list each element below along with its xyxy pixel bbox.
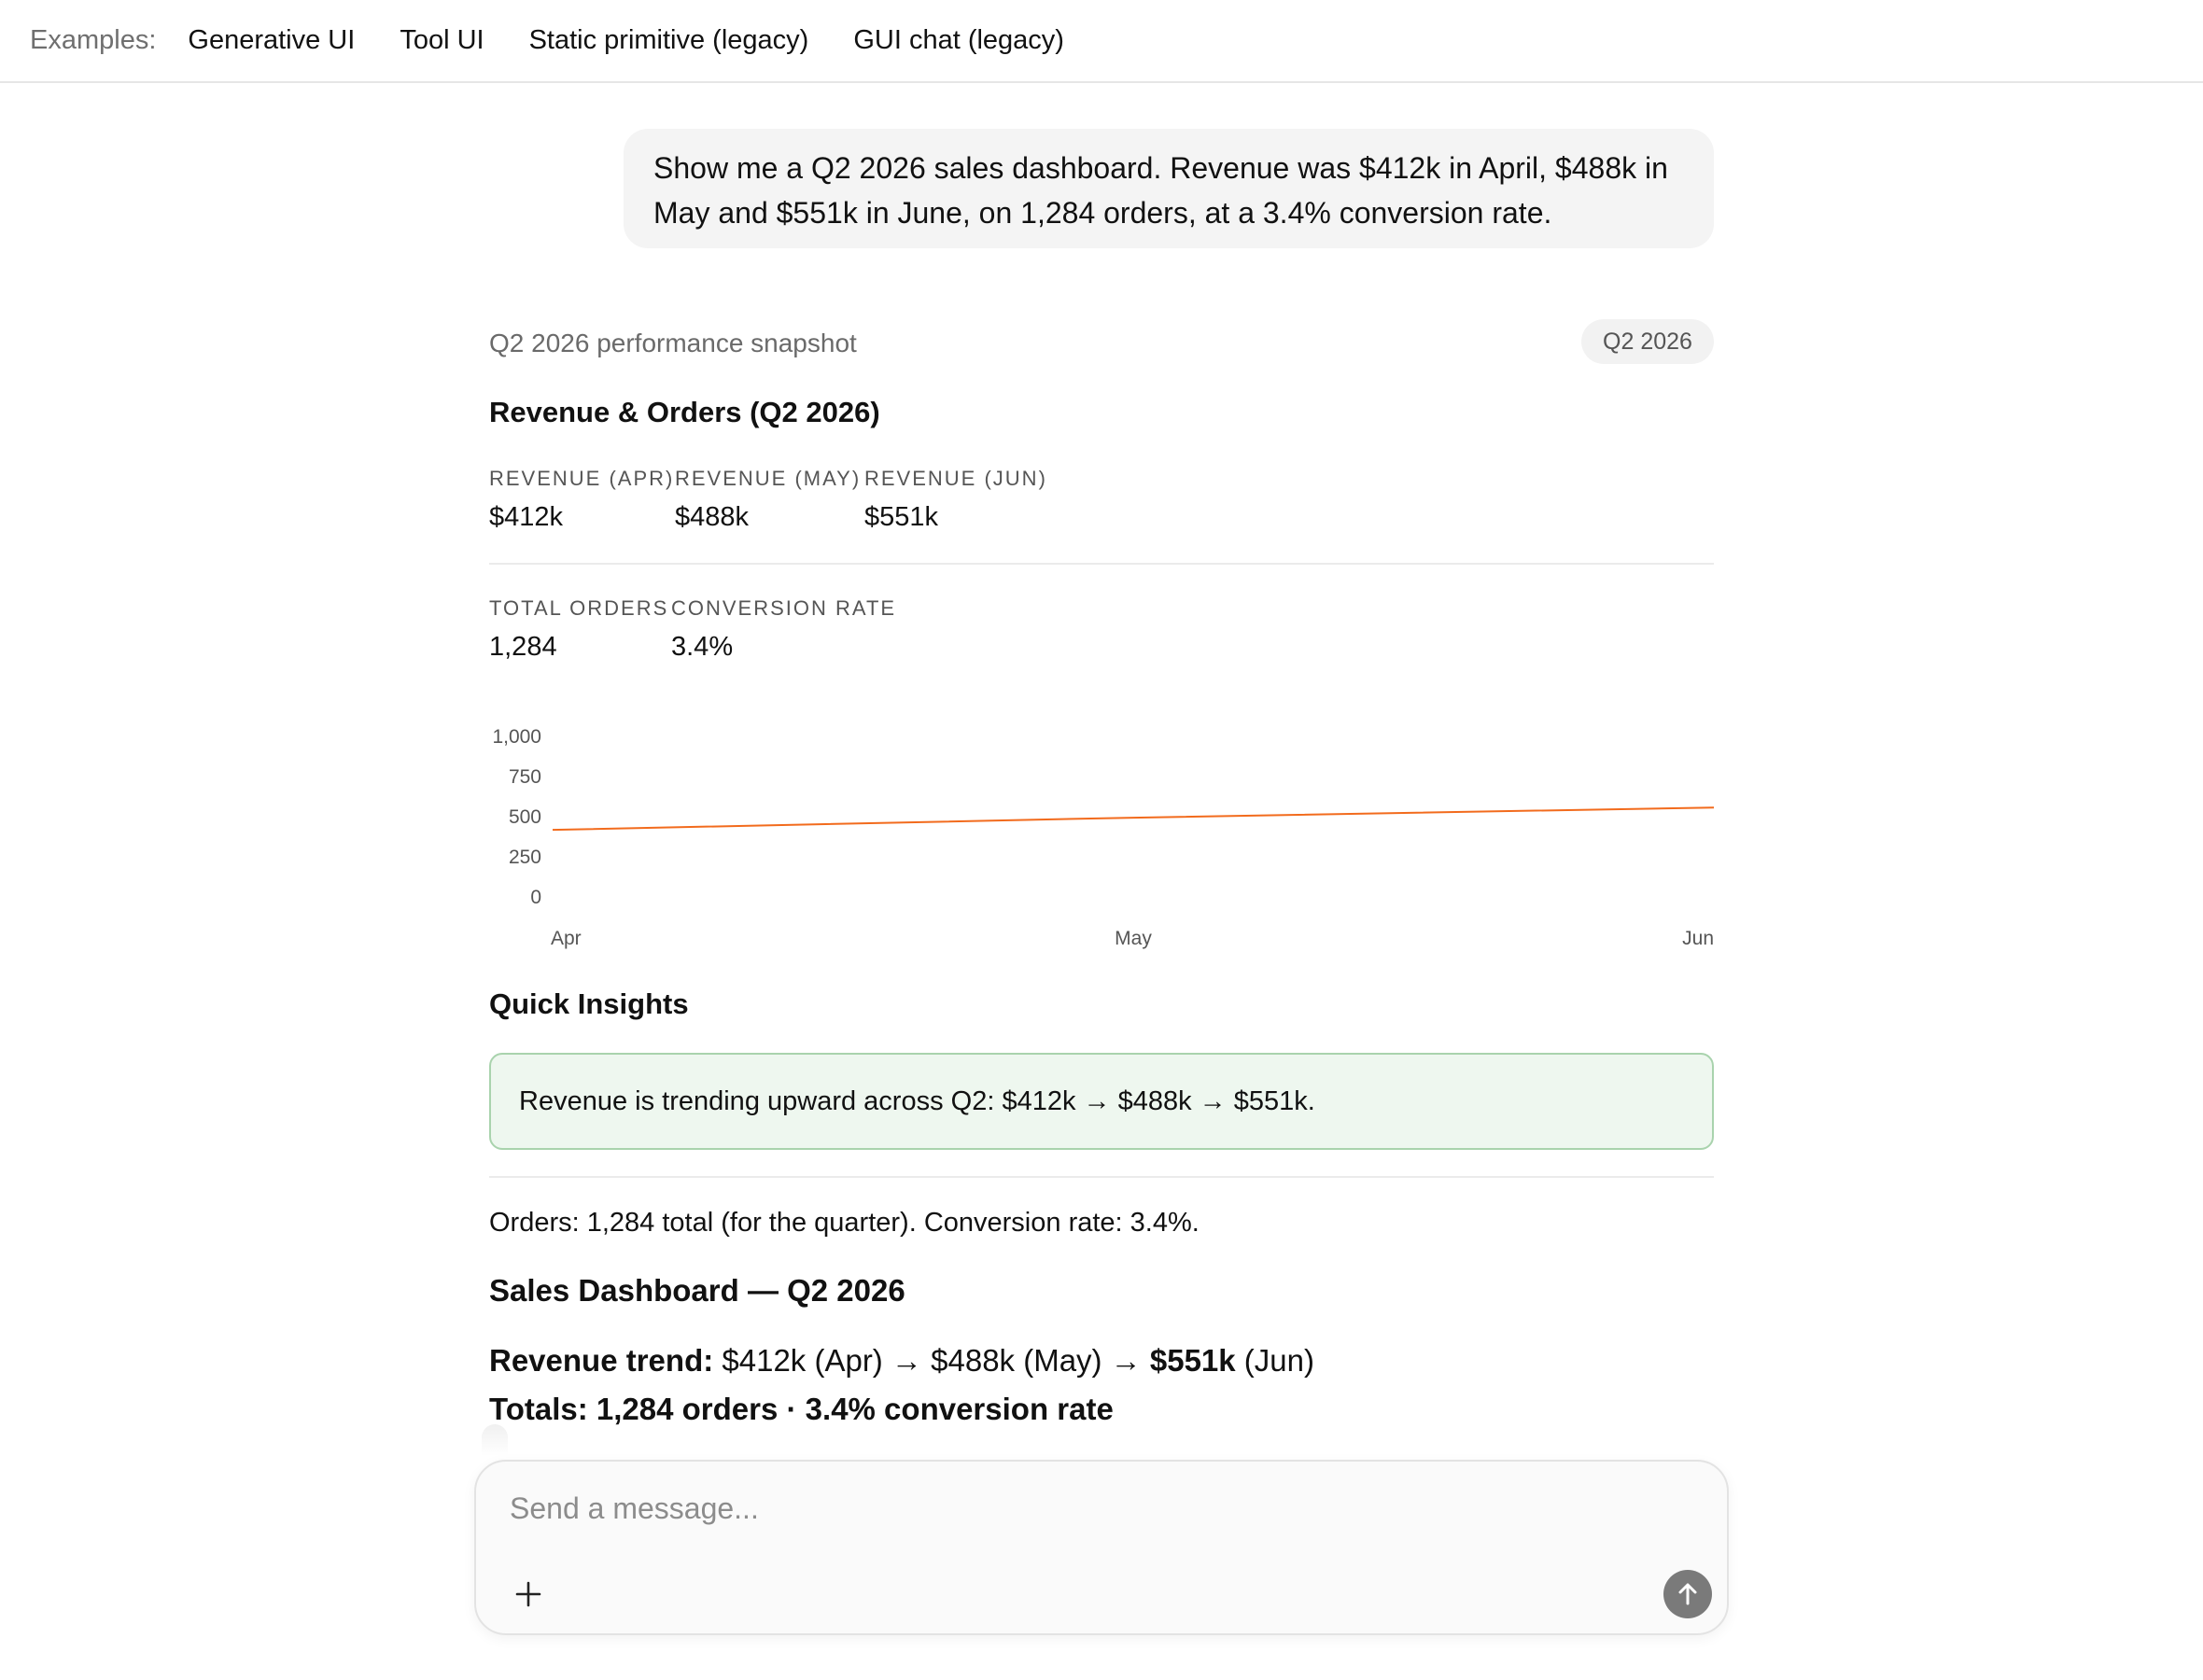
metric-value-revenue-may: $488k	[675, 502, 750, 532]
metric-label-total-orders: Total Orders	[489, 596, 669, 620]
message-input[interactable]	[510, 1486, 1630, 1531]
x-tick-label: May	[1115, 928, 1152, 949]
y-tick-label: 1,000	[492, 726, 541, 748]
examples-bar: Examples: Generative UI Tool UI Static p…	[0, 0, 2203, 83]
revenue-orders-title: Revenue & Orders (Q2 2026)	[489, 396, 880, 428]
y-tick-label: 250	[509, 847, 541, 868]
x-tick-label: Apr	[551, 928, 582, 949]
message-composer	[474, 1460, 1729, 1635]
revenue-trend-label: Revenue trend:	[489, 1343, 714, 1378]
y-tick-label: 750	[509, 766, 541, 788]
revenue-series-line	[552, 806, 1715, 832]
quick-insights-title: Quick Insights	[489, 987, 689, 1020]
snapshot-title: Q2 2026 performance snapshot	[489, 329, 857, 357]
metrics-divider	[489, 563, 1714, 565]
period-badge: Q2 2026	[1581, 319, 1714, 364]
y-tick-label: 0	[530, 887, 541, 908]
metric-value-revenue-jun: $551k	[864, 502, 939, 532]
plus-icon	[515, 1581, 541, 1607]
totals-line: Totals: 1,284 orders · 3.4% conversion r…	[489, 1392, 1114, 1426]
examples-label: Examples:	[30, 25, 157, 55]
scroll-fade-indicator	[482, 1424, 508, 1456]
user-message-bubble: Show me a Q2 2026 sales dashboard. Reven…	[624, 129, 1714, 248]
add-attachment-button[interactable]	[506, 1572, 551, 1617]
example-link-generative-ui[interactable]: Generative UI	[188, 25, 355, 56]
metric-value-revenue-apr: $412k	[489, 502, 564, 532]
example-link-tool-ui[interactable]: Tool UI	[400, 25, 484, 56]
insight-card: Revenue is trending upward across Q2: $4…	[489, 1053, 1714, 1150]
x-tick-label: Jun	[1682, 928, 1714, 949]
metric-label-conversion-rate: Conversion Rate	[671, 596, 897, 620]
send-button[interactable]	[1663, 1570, 1712, 1618]
insight-card-text: Revenue is trending upward across Q2: $4…	[519, 1085, 1315, 1116]
revenue-trend-line: Revenue trend: $412k (Apr) → $488k (May)…	[489, 1343, 1314, 1379]
insights-divider	[489, 1176, 1714, 1178]
sales-dashboard-title: Sales Dashboard — Q2 2026	[489, 1273, 905, 1308]
metric-value-conversion-rate: 3.4%	[671, 632, 734, 662]
example-link-static-primitive[interactable]: Static primitive (legacy)	[529, 25, 809, 56]
metric-label-revenue-may: Revenue (May)	[675, 467, 862, 490]
y-tick-label: 500	[509, 806, 541, 828]
revenue-trend-part2: (Jun)	[1235, 1343, 1314, 1378]
arrow-up-icon	[1678, 1583, 1697, 1605]
metric-label-revenue-jun: Revenue (Jun)	[864, 467, 1047, 490]
orders-summary-text: Orders: 1,284 total (for the quarter). C…	[489, 1208, 1200, 1238]
example-link-gui-chat[interactable]: GUI chat (legacy)	[853, 25, 1064, 56]
revenue-trend-part1: $412k (Apr) → $488k (May) →	[713, 1343, 1150, 1378]
metric-label-revenue-apr: Revenue (Apr)	[489, 467, 675, 490]
revenue-trend-bold: $551k	[1149, 1343, 1236, 1378]
metric-value-total-orders: 1,284	[489, 632, 557, 662]
revenue-line-chart: 1,000 750 500 250 0 Apr May Jun	[492, 726, 1715, 949]
